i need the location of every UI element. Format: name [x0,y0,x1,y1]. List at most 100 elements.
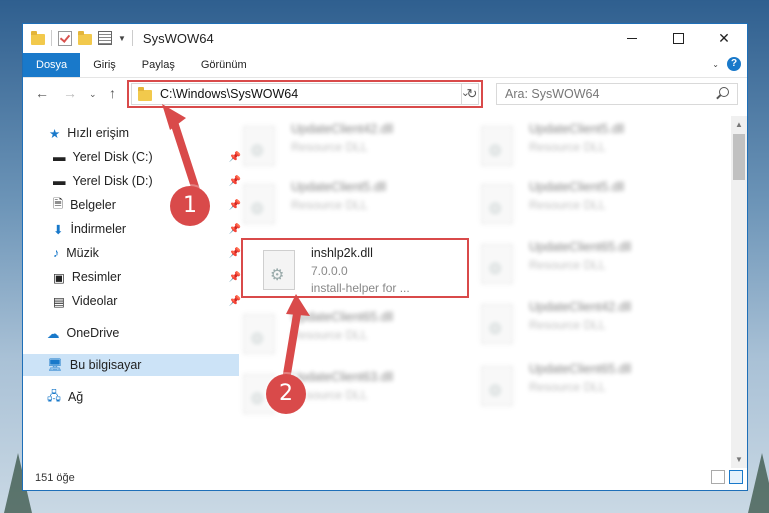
quick-access-toolbar: ▼ [23,30,133,46]
search-placeholder: Ara: SysWOW64 [505,87,600,101]
scroll-up-icon[interactable]: ▲ [731,120,747,129]
dll-file-icon [481,126,513,166]
file-item[interactable]: UpdateClient65.dll Resource DLL [461,238,691,290]
divider [51,30,52,46]
pictures-icon: ▣ [53,270,65,285]
tab-home[interactable]: Giriş [80,53,129,77]
sidebar-item-local-disk-c[interactable]: ▬ Yerel Disk (C:) 📌 [23,146,245,168]
file-name: UpdateClient63.dll [291,370,394,384]
search-icon[interactable] [719,87,729,97]
forward-arrow-icon[interactable]: → [63,85,77,101]
file-item[interactable]: UpdateClient63.dll Resource DLL [223,368,453,420]
up-arrow-icon[interactable]: ↑ [109,85,116,101]
sidebar-item-quick-access[interactable]: ★ Hızlı erişim [23,122,241,144]
ribbon-tabs: Dosya Giriş Paylaş Görünüm ⌄ ? [23,53,747,78]
dll-file-icon [481,304,513,344]
new-folder-icon[interactable] [78,30,92,45]
address-highlight-box [127,80,483,108]
file-description: Resource DLL [529,380,606,394]
scroll-thumb[interactable] [733,134,745,180]
tab-file[interactable]: Dosya [23,53,81,77]
tab-share[interactable]: Paylaş [129,53,188,77]
file-name: UpdateClient65.dll [291,310,394,324]
computer-icon: 🖥 [47,357,63,372]
download-icon: ⬇ [53,222,64,237]
explorer-window: ▼ SysWOW64 ✕ Dosya Giriş Paylaş Görünüm … [22,23,748,491]
sidebar-item-label: İndirmeler [70,222,127,236]
sidebar-item-label: Yerel Disk (D:) [72,174,153,188]
file-description: Resource DLL [529,318,606,332]
title-bar: ▼ SysWOW64 ✕ [23,24,747,52]
properties-icon[interactable] [98,31,112,45]
file-item[interactable]: UpdateClient42.dll Resource DLL [461,298,691,350]
close-icon: ✕ [718,29,730,46]
maximize-button[interactable] [655,24,701,52]
divider [131,30,133,46]
sidebar-item-label: Resimler [71,270,122,284]
expand-ribbon-icon[interactable]: ⌄ [712,60,719,69]
file-description: Resource DLL [529,198,606,212]
sidebar-item-label: Ağ [67,390,84,404]
file-name: UpdateClient5.dll [529,180,625,194]
sidebar-item-label: Belgeler [70,198,116,212]
search-box[interactable]: Ara: SysWOW64 [496,83,738,105]
file-item[interactable]: UpdateClient5.dll Resource DLL [461,178,691,230]
sidebar-item-label: Bu bilgisayar [69,358,142,372]
network-icon: 🖧 [47,388,61,403]
file-name: UpdateClient65.dll [529,362,632,376]
navigation-pane: ★ Hızlı erişim ▬ Yerel Disk (C:) 📌 ▬ Yer… [23,116,241,468]
step-badge-1: 1 [170,186,210,226]
sidebar-item-onedrive[interactable]: ☁ OneDrive [23,322,239,344]
sidebar-item-documents[interactable]: 🗎 Belgeler 📌 [23,194,245,216]
properties-check-icon[interactable] [58,30,72,46]
cloud-icon: ☁ [47,326,60,341]
window-title: SysWOW64 [142,30,214,46]
file-name: UpdateClient5.dll [529,122,625,136]
sidebar-item-network[interactable]: 🖧 Ağ [23,386,239,408]
recent-locations-icon[interactable]: ⌄ [89,89,97,100]
file-description: Resource DLL [529,140,606,154]
minimize-icon [627,37,637,39]
maximize-icon [672,32,684,44]
file-name: UpdateClient5.dll [291,180,387,194]
file-item[interactable]: UpdateClient65.dll Resource DLL [223,308,453,360]
file-item[interactable]: UpdateClient65.dll Resource DLL [461,360,691,412]
help-icon[interactable]: ? [727,57,741,71]
sidebar-item-music[interactable]: ♪ Müzik 📌 [23,242,245,264]
sidebar-item-this-pc[interactable]: 🖥 Bu bilgisayar [23,354,239,376]
close-button[interactable]: ✕ [701,24,747,52]
file-name: UpdateClient42.dll [291,122,394,136]
tiles-view-icon[interactable] [729,470,743,484]
star-icon: ★ [49,126,61,141]
sidebar-item-downloads[interactable]: ⬇ İndirmeler 📌 [23,218,245,240]
file-description: Resource DLL [291,140,368,154]
vertical-scrollbar[interactable]: ▲ ▼ [731,116,747,468]
dll-file-icon [481,184,513,224]
minimize-button[interactable] [609,24,655,52]
dll-file-icon [243,126,275,166]
status-bar: 151 öğe [23,466,747,490]
file-item[interactable]: UpdateClient42.dll Resource DLL [223,120,453,172]
customize-dropdown-icon[interactable]: ▼ [118,34,126,43]
file-item[interactable]: UpdateClient5.dll Resource DLL [223,178,453,230]
sidebar-item-local-disk-d[interactable]: ▬ Yerel Disk (D:) 📌 [23,170,245,192]
videos-icon: ▤ [53,294,65,309]
drive-icon: ▬ [53,150,66,164]
sidebar-item-label: Hızlı erişim [67,126,130,140]
scroll-down-icon[interactable]: ▼ [731,455,747,464]
step-badge-2: 2 [266,374,306,414]
dll-file-icon [243,314,275,354]
sidebar-item-label: Yerel Disk (C:) [72,150,153,164]
back-arrow-icon[interactable]: ← [35,85,49,101]
folder-icon [31,30,45,45]
item-count: 151 öğe [35,472,75,484]
tab-view[interactable]: Görünüm [188,53,260,77]
sidebar-item-label: Videolar [71,294,118,308]
details-view-icon[interactable] [711,470,725,484]
sidebar-item-label: OneDrive [66,326,120,340]
sidebar-item-videos[interactable]: ▤ Videolar 📌 [23,290,245,312]
file-item[interactable]: UpdateClient5.dll Resource DLL [461,120,691,172]
drive-icon: ▬ [53,174,66,188]
file-description: Resource DLL [291,328,368,342]
sidebar-item-pictures[interactable]: ▣ Resimler 📌 [23,266,245,288]
